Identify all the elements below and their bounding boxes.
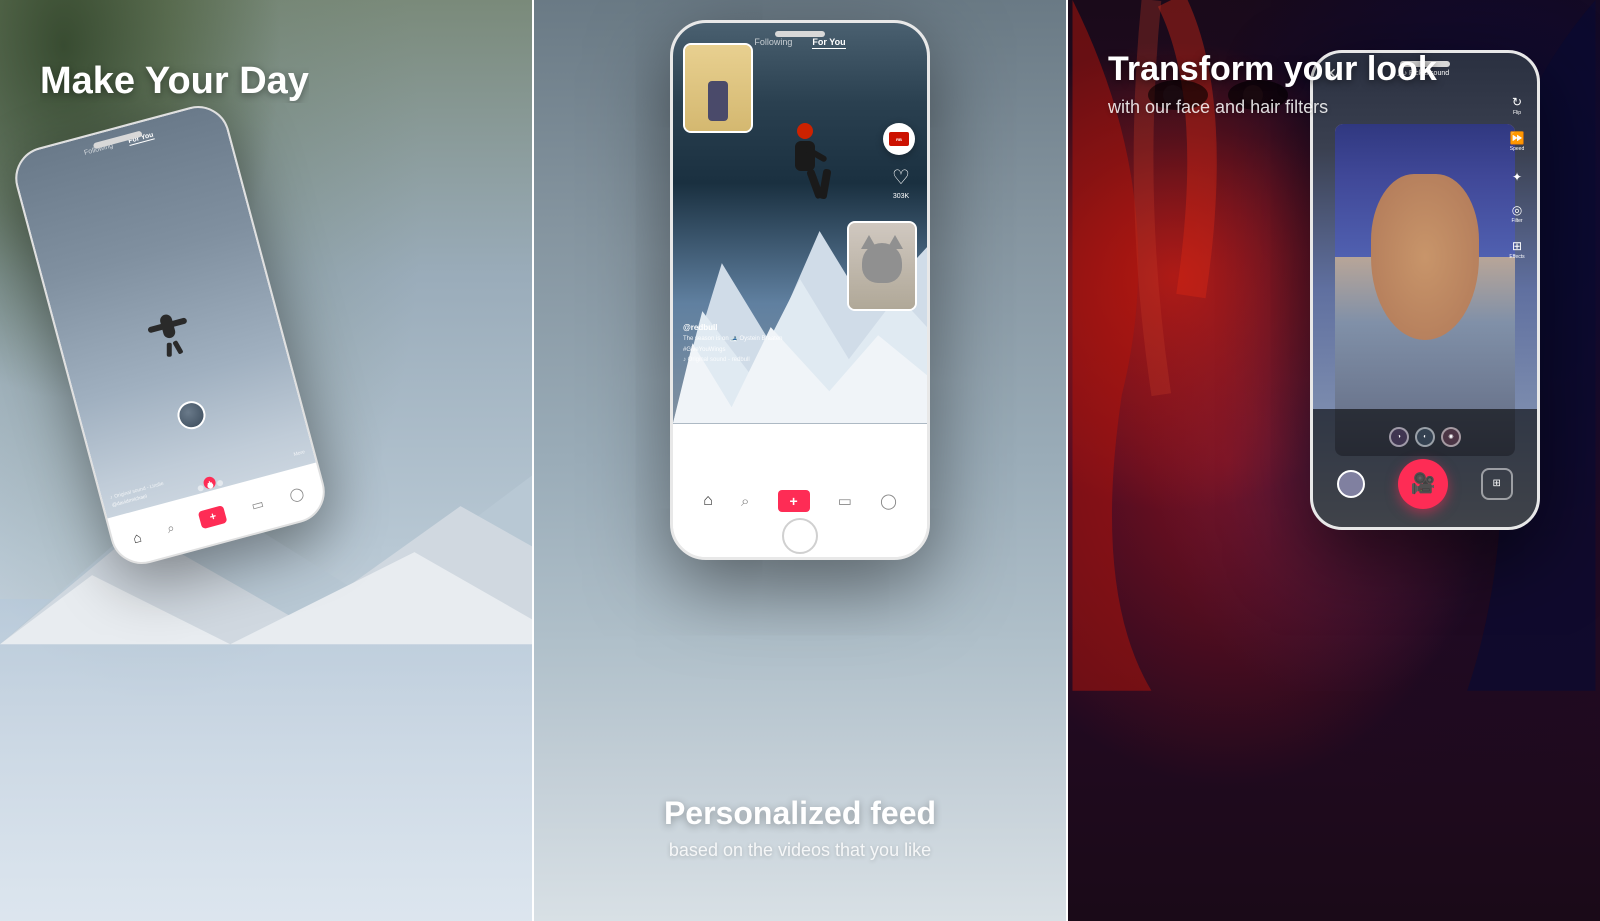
heart-icon: ♡	[887, 163, 915, 191]
phone2-nav-search-icon[interactable]: ⌕	[741, 493, 749, 510]
skydiver-figure	[145, 309, 199, 377]
phone2-nav: ⌂ ⌕ + ▭ ◯	[673, 482, 927, 557]
record-button[interactable]: 🎥	[1398, 459, 1448, 509]
phone2-info: @redbull The season is on 🎿 Oystein Braa…	[683, 323, 877, 364]
phone3-camera-bg: ✕ ♪ ♪ Pick a sound ↻ Flip	[1313, 53, 1537, 527]
phone3-upload-button[interactable]: ⊞	[1481, 468, 1513, 500]
phone3-frame: ✕ ♪ ♪ Pick a sound ↻ Flip	[1310, 50, 1540, 530]
phone2-nav-icons: ⌂ ⌕ + ▭ ◯	[673, 482, 927, 512]
phone2-home-btn-wrap	[782, 512, 818, 557]
phone2-nav-profile-icon[interactable]: ◯	[880, 492, 897, 510]
skier-figure	[775, 123, 855, 243]
filter-icon: ◎	[1512, 203, 1522, 217]
panel2-subtitle: based on the videos that you like	[534, 840, 1066, 861]
filters-row: ◑ ◐ ◉	[1389, 427, 1461, 447]
upload-icon: ⊞	[1492, 478, 1500, 489]
cat-bg	[849, 223, 915, 309]
divider-1	[532, 0, 534, 921]
skier-torso	[795, 141, 815, 171]
phone2-hashtag: #GiveYouWings	[683, 346, 877, 354]
phone3-speed-button[interactable]: ⏩ Speed	[1505, 129, 1529, 153]
redbull-badge: RB	[883, 123, 915, 155]
panel2-title: Personalized feed	[534, 795, 1066, 832]
phone2-screen: RB ♡ 303K Following For You @redbull	[673, 23, 927, 557]
filter-dot-3[interactable]: ◉	[1441, 427, 1461, 447]
skydiver-body	[159, 313, 177, 339]
pip-cat-video	[847, 221, 917, 311]
camera-icon: 🎥	[1411, 471, 1436, 496]
skier-head	[797, 123, 813, 139]
skier-body-group	[775, 141, 855, 171]
filter-dot-2[interactable]: ◐	[1415, 427, 1435, 447]
avatar-image	[177, 400, 206, 429]
phone1-avatar	[174, 398, 208, 432]
panel-1: Make Your Day Following For You	[0, 0, 532, 921]
heart-count: 303K	[893, 193, 909, 200]
yoga-bg	[685, 45, 751, 131]
music-note-icon: ♪	[109, 494, 113, 500]
heart-badge[interactable]: ♡ 303K	[887, 163, 915, 200]
phone3-effects-button[interactable]: ⊞ Effects	[1505, 237, 1529, 261]
phone2-nav-home-icon[interactable]: ⌂	[703, 492, 713, 510]
beauty-icon: ✦	[1512, 170, 1522, 184]
skydiver-leg-right	[172, 340, 183, 355]
phone3-flip-button[interactable]: ↻ Flip	[1505, 93, 1529, 117]
snow-ground	[0, 599, 532, 921]
phone2-header: Following For You	[673, 37, 927, 49]
panel3-title: Transform your look	[1108, 50, 1437, 89]
phone2-notch	[775, 31, 825, 37]
phone1-nav-search-icon[interactable]: ⌕	[165, 520, 176, 537]
skiing-video-bg: RB ♡ 303K Following For You @redbull	[673, 23, 927, 424]
phone2-nav-inbox-icon[interactable]: ▭	[838, 492, 852, 510]
skydiver-leg-left	[167, 342, 172, 356]
phone3-gallery-avatar[interactable]	[1337, 470, 1365, 498]
filter-dot-1[interactable]: ◑	[1389, 427, 1409, 447]
cat-face	[862, 243, 902, 283]
redbull-logo: RB	[889, 132, 909, 146]
divider-2	[1066, 0, 1068, 921]
panel3-subtitle: with our face and hair filters	[1108, 97, 1437, 118]
phone3-bottom-ui: ◑ ◐ ◉ 🎥 ⊞	[1313, 409, 1537, 528]
phone2-container: RB ♡ 303K Following For You @redbull	[670, 20, 930, 560]
effects-icon: ⊞	[1512, 239, 1522, 253]
phone3-beauty-button[interactable]: ✦	[1505, 165, 1529, 189]
skydiver-arms	[147, 317, 187, 333]
panel-2: RB ♡ 303K Following For You @redbull	[534, 0, 1066, 921]
yoga-figure	[708, 81, 728, 121]
ph2-tab-following: Following	[754, 37, 792, 49]
flip-label: Flip	[1513, 110, 1521, 116]
ph2-tab-foryou: For You	[812, 37, 845, 49]
panel3-headline: Transform your look with our face and ha…	[1108, 50, 1437, 118]
woman-skin	[1371, 174, 1479, 340]
phone1-nav-add-button[interactable]: +	[198, 505, 228, 529]
skydiver-legs	[152, 336, 194, 360]
phone2-home-button[interactable]	[782, 518, 818, 554]
phone1-nav-home-icon[interactable]: ⌂	[131, 529, 143, 547]
flip-icon: ↻	[1512, 95, 1522, 109]
effects-label: Effects	[1509, 254, 1524, 260]
woman-face-area	[1335, 124, 1514, 456]
phone3-right-icons: ↻ Flip ⏩ Speed ✦ ◎ Filt	[1505, 93, 1529, 261]
filter-label: Filter	[1511, 218, 1522, 224]
panel-3: Transform your look with our face and ha…	[1068, 0, 1600, 921]
phone3-container: ✕ ♪ ♪ Pick a sound ↻ Flip	[1310, 50, 1540, 530]
phone2-description: The season is on 🎿 Oystein Braaten	[683, 335, 877, 343]
phone2-nav-add-button[interactable]: +	[778, 490, 810, 512]
phone1-nav-inbox-icon[interactable]: ▭	[250, 496, 266, 515]
phone2-sound: ♪ Original sound - redbull	[683, 357, 877, 363]
camera-button-row: 🎥 ⊞	[1321, 459, 1529, 509]
panel1-headline: Make Your Day	[40, 60, 309, 103]
phone1-nav-profile-icon[interactable]: ◯	[288, 485, 306, 504]
speed-label: Speed	[1510, 146, 1524, 152]
phone3-filter-button[interactable]: ◎ Filter	[1505, 201, 1529, 225]
panel2-bottom-text: Personalized feed based on the videos th…	[534, 795, 1066, 861]
phone2-frame: RB ♡ 303K Following For You @redbull	[670, 20, 930, 560]
pip-yoga-video	[683, 43, 753, 133]
phone3-screen: ✕ ♪ ♪ Pick a sound ↻ Flip	[1313, 53, 1537, 527]
phone2-username: @redbull	[683, 323, 877, 332]
skier-leg-right	[818, 169, 831, 200]
skier-arm	[803, 145, 828, 163]
speed-icon: ⏩	[1510, 131, 1525, 145]
